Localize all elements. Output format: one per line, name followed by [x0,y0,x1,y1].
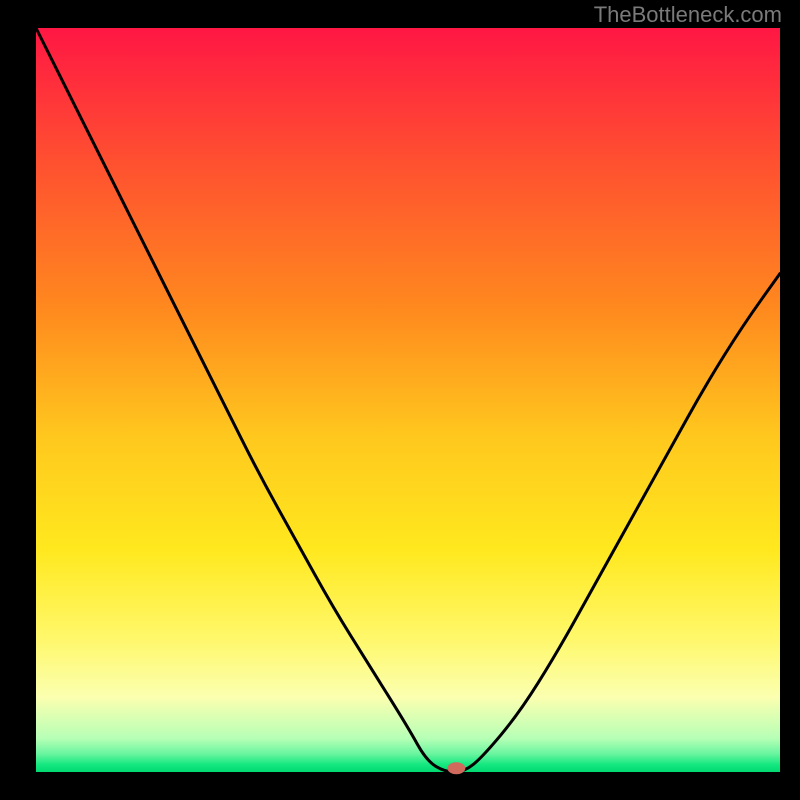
chart-frame: TheBottleneck.com [0,0,800,800]
watermark-text: TheBottleneck.com [594,2,782,28]
optimal-marker [447,762,465,774]
bottleneck-chart [0,0,800,800]
plot-background [36,28,780,772]
